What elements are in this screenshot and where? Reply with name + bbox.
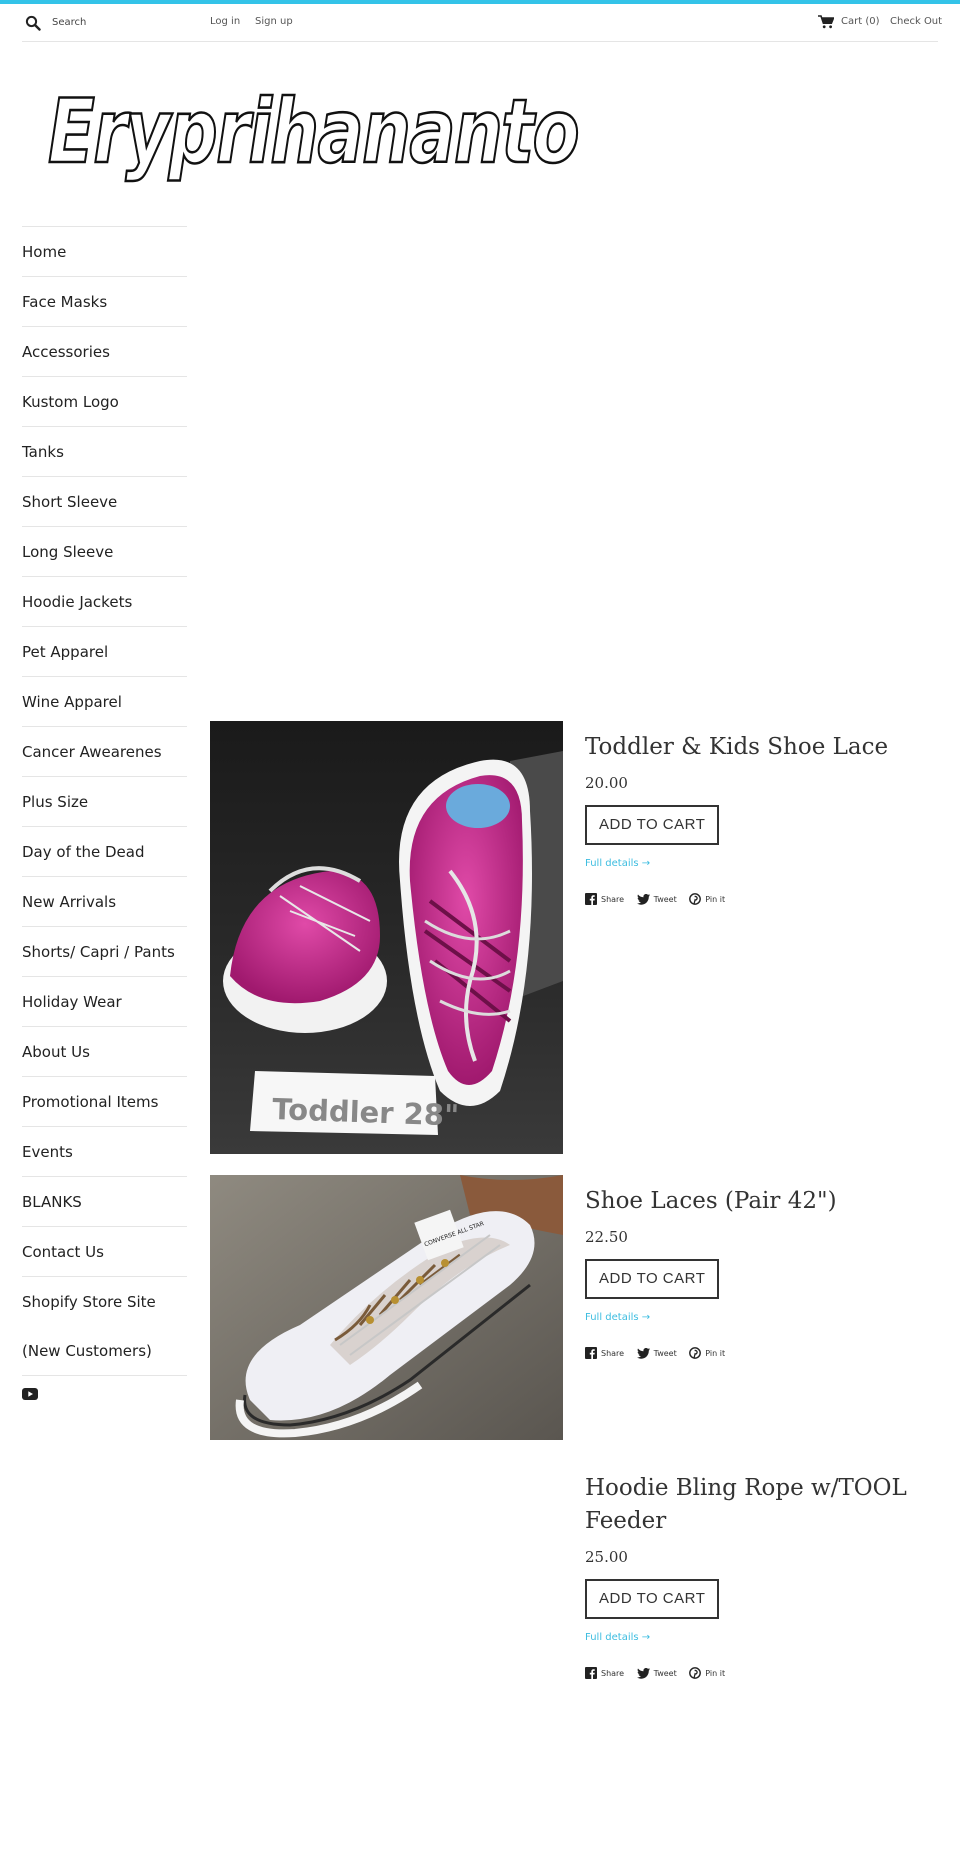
sidebar-item-home[interactable]: Home bbox=[22, 226, 187, 276]
full-details-link[interactable]: Full details → bbox=[585, 1632, 935, 1643]
share-label: Share bbox=[601, 894, 625, 904]
sidebar-item-accessories[interactable]: Accessories bbox=[22, 326, 187, 376]
sidebar-item-long-sleeve[interactable]: Long Sleeve bbox=[22, 526, 187, 576]
sidebar-item-about-us[interactable]: About Us bbox=[22, 1026, 187, 1076]
sidebar-item-holiday-wear[interactable]: Holiday Wear bbox=[22, 976, 187, 1026]
facebook-share-button[interactable]: Share bbox=[585, 1347, 624, 1359]
product-info: Toddler & Kids Shoe Lace 20.00 ADD TO CA… bbox=[585, 731, 935, 909]
sidebar-item-face-masks[interactable]: Face Masks bbox=[22, 276, 187, 326]
product-image[interactable]: Toddler 28" bbox=[210, 721, 563, 1154]
share-label: Share bbox=[601, 1668, 625, 1678]
product-image-caption: Toddler 28" bbox=[272, 1092, 460, 1133]
product-title[interactable]: Shoe Laces (Pair 42") bbox=[585, 1185, 935, 1218]
twitter-icon bbox=[636, 1348, 650, 1359]
twitter-icon bbox=[636, 894, 650, 905]
pinterest-share-button[interactable]: Pin it bbox=[689, 1667, 725, 1679]
sidebar-item-kustom-logo[interactable]: Kustom Logo bbox=[22, 376, 187, 426]
product-info: Hoodie Bling Rope w/TOOL Feeder 25.00 AD… bbox=[585, 1472, 935, 1683]
youtube-icon[interactable] bbox=[22, 1388, 38, 1400]
sidebar-item-tanks[interactable]: Tanks bbox=[22, 426, 187, 476]
sidebar-item-promotional-items[interactable]: Promotional Items bbox=[22, 1076, 187, 1126]
sidebar-item-short-sleeve[interactable]: Short Sleeve bbox=[22, 476, 187, 526]
sidebar-item-cancer-awareness[interactable]: Cancer Awearenes bbox=[22, 726, 187, 776]
social-share-bar: Share Tweet Pin it bbox=[585, 893, 935, 909]
facebook-share-button[interactable]: Share bbox=[585, 1667, 624, 1679]
sidebar-item-shorts-capri-pants[interactable]: Shorts/ Capri / Pants bbox=[22, 926, 187, 976]
search-icon[interactable] bbox=[25, 15, 41, 31]
full-details-link[interactable]: Full details → bbox=[585, 1312, 935, 1323]
social-share-bar: Share Tweet Pin it bbox=[585, 1667, 935, 1683]
sidebar-item-plus-size[interactable]: Plus Size bbox=[22, 776, 187, 826]
facebook-icon bbox=[585, 1667, 597, 1679]
tweet-label: Tweet bbox=[653, 1669, 677, 1678]
facebook-icon bbox=[585, 893, 597, 905]
logo-text: Eryprihananto bbox=[48, 80, 578, 183]
sidebar-item-hoodie-jackets[interactable]: Hoodie Jackets bbox=[22, 576, 187, 626]
product-price: 22.50 bbox=[585, 1228, 628, 1246]
sidebar-nav: Home Face Masks Accessories Kustom Logo … bbox=[22, 226, 187, 1400]
add-to-cart-button[interactable]: ADD TO CART bbox=[585, 1259, 720, 1299]
site-header: Log in Sign up Cart (0) Check Out bbox=[22, 4, 942, 42]
sidebar-item-new-arrivals[interactable]: New Arrivals bbox=[22, 876, 187, 926]
site-logo[interactable]: Eryprihananto bbox=[44, 70, 604, 200]
twitter-share-button[interactable]: Tweet bbox=[636, 894, 677, 905]
twitter-share-button[interactable]: Tweet bbox=[636, 1668, 677, 1679]
sidebar-item-day-of-the-dead[interactable]: Day of the Dead bbox=[22, 826, 187, 876]
add-to-cart-button[interactable]: ADD TO CART bbox=[585, 805, 720, 845]
pinterest-icon bbox=[689, 893, 702, 905]
cart-link[interactable]: Cart (0) bbox=[841, 16, 880, 27]
pin-label: Pin it bbox=[705, 1348, 726, 1358]
sidebar-item-pet-apparel[interactable]: Pet Apparel bbox=[22, 626, 187, 676]
product-image[interactable]: CONVERSE ALL STAR bbox=[210, 1175, 563, 1440]
product-price: 20.00 bbox=[585, 774, 628, 792]
pinterest-share-button[interactable]: Pin it bbox=[689, 1347, 725, 1359]
sidebar-item-new-customers[interactable]: (New Customers) bbox=[22, 1326, 187, 1376]
sidebar-item-events[interactable]: Events bbox=[22, 1126, 187, 1176]
pin-label: Pin it bbox=[705, 894, 726, 904]
tweet-label: Tweet bbox=[653, 1349, 677, 1358]
product-title[interactable]: Toddler & Kids Shoe Lace bbox=[585, 731, 935, 764]
login-link[interactable]: Log in bbox=[210, 16, 240, 27]
sidebar-item-blanks[interactable]: BLANKS bbox=[22, 1176, 187, 1226]
add-to-cart-button[interactable]: ADD TO CART bbox=[585, 1579, 720, 1619]
sidebar-item-wine-apparel[interactable]: Wine Apparel bbox=[22, 676, 187, 726]
product-info: Shoe Laces (Pair 42") 22.50 ADD TO CART … bbox=[585, 1185, 935, 1363]
twitter-icon bbox=[636, 1668, 650, 1679]
twitter-share-button[interactable]: Tweet bbox=[636, 1348, 677, 1359]
signup-link[interactable]: Sign up bbox=[255, 16, 293, 27]
cart-icon[interactable] bbox=[818, 15, 834, 29]
share-label: Share bbox=[601, 1348, 625, 1358]
pinterest-share-button[interactable]: Pin it bbox=[689, 893, 725, 905]
facebook-share-button[interactable]: Share bbox=[585, 893, 624, 905]
product-title[interactable]: Hoodie Bling Rope w/TOOL Feeder bbox=[585, 1472, 935, 1538]
sidebar-item-shopify-store-site[interactable]: Shopify Store Site bbox=[22, 1276, 187, 1326]
social-share-bar: Share Tweet Pin it bbox=[585, 1347, 935, 1363]
product-image[interactable] bbox=[210, 1462, 563, 1712]
search-input[interactable] bbox=[52, 12, 202, 32]
pinterest-icon bbox=[689, 1347, 702, 1359]
full-details-link[interactable]: Full details → bbox=[585, 858, 935, 869]
pinterest-icon bbox=[689, 1667, 702, 1679]
pin-label: Pin it bbox=[705, 1668, 726, 1678]
facebook-icon bbox=[585, 1347, 597, 1359]
sidebar-item-contact-us[interactable]: Contact Us bbox=[22, 1226, 187, 1276]
tweet-label: Tweet bbox=[653, 895, 677, 904]
checkout-link[interactable]: Check Out bbox=[890, 16, 942, 27]
product-price: 25.00 bbox=[585, 1548, 628, 1566]
